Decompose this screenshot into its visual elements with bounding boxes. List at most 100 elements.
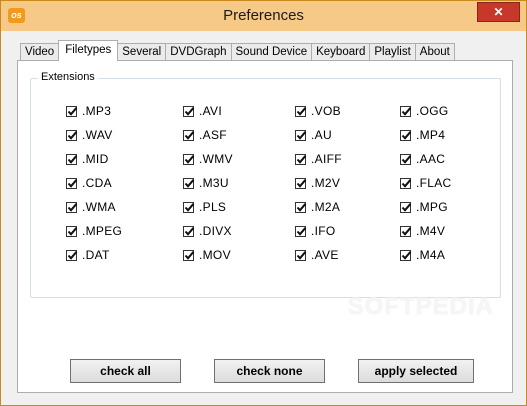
extension-label: .IFO: [311, 224, 336, 238]
checkbox-box[interactable]: [66, 129, 78, 141]
checkbox-box[interactable]: [66, 201, 78, 213]
tab-sound-device[interactable]: Sound Device: [230, 43, 313, 61]
checkbox-box[interactable]: [400, 177, 412, 189]
extension-checkbox-cda[interactable]: .CDA: [66, 175, 112, 191]
extension-checkbox-aac[interactable]: .AAC: [400, 151, 445, 167]
checkbox-box[interactable]: [295, 225, 307, 237]
extension-label: .MOV: [199, 248, 231, 262]
extension-checkbox-vob[interactable]: .VOB: [295, 103, 341, 119]
checkbox-box[interactable]: [183, 129, 195, 141]
extension-label: .OGG: [416, 104, 449, 118]
extension-checkbox-aiff[interactable]: .AIFF: [295, 151, 342, 167]
checkbox-box[interactable]: [66, 105, 78, 117]
checkbox-box[interactable]: [400, 201, 412, 213]
tab-about[interactable]: About: [414, 43, 455, 61]
extension-checkbox-flac[interactable]: .FLAC: [400, 175, 452, 191]
checkbox-box[interactable]: [295, 129, 307, 141]
checkmark-icon: [401, 202, 412, 212]
extension-checkbox-mid[interactable]: .MID: [66, 151, 109, 167]
extension-checkbox-wmv[interactable]: .WMV: [183, 151, 233, 167]
extension-checkbox-m2a[interactable]: .M2A: [295, 199, 340, 215]
checkmark-icon: [67, 250, 78, 260]
extension-checkbox-pls[interactable]: .PLS: [183, 199, 226, 215]
checkbox-box[interactable]: [295, 105, 307, 117]
checkbox-box[interactable]: [295, 249, 307, 261]
checkbox-box[interactable]: [400, 249, 412, 261]
checkbox-box[interactable]: [400, 225, 412, 237]
extension-checkbox-wav[interactable]: .WAV: [66, 127, 113, 143]
extension-label: .M2A: [311, 200, 341, 214]
checkbox-box[interactable]: [295, 201, 307, 213]
checkbox-box[interactable]: [183, 225, 195, 237]
checkmark-icon: [296, 250, 307, 260]
extension-label: .AIFF: [311, 152, 342, 166]
checkmark-icon: [401, 226, 412, 236]
close-button[interactable]: ✕: [477, 2, 520, 22]
extension-label: .AVE: [311, 248, 339, 262]
extension-checkbox-m3u[interactable]: .M3U: [183, 175, 229, 191]
tab-keyboard[interactable]: Keyboard: [311, 43, 371, 61]
check-all-button[interactable]: check all: [70, 359, 181, 383]
extension-checkbox-dat[interactable]: .DAT: [66, 247, 110, 263]
checkmark-icon: [67, 154, 78, 164]
checkmark-icon: [184, 202, 195, 212]
checkbox-box[interactable]: [400, 105, 412, 117]
extension-label: .M4V: [416, 224, 446, 238]
tab-playlist[interactable]: Playlist: [369, 43, 416, 61]
checkbox-box[interactable]: [295, 177, 307, 189]
checkbox-box[interactable]: [183, 249, 195, 261]
extension-label: .AVI: [199, 104, 222, 118]
extension-checkbox-m4v[interactable]: .M4V: [400, 223, 445, 239]
extensions-groupbox: Extensions .MP3 .WAV .MID .CDA .WMA .MPEG .DAT…: [30, 71, 501, 298]
checkbox-box[interactable]: [400, 129, 412, 141]
checkmark-icon: [67, 106, 78, 116]
extensions-legend: Extensions: [38, 71, 98, 83]
extension-checkbox-m2v[interactable]: .M2V: [295, 175, 340, 191]
title-bar[interactable]: os Preferences ✕: [1, 1, 526, 31]
checkbox-box[interactable]: [295, 153, 307, 165]
extension-checkbox-mp3[interactable]: .MP3: [66, 103, 111, 119]
extension-checkbox-asf[interactable]: .ASF: [183, 127, 227, 143]
extension-label: .PLS: [199, 200, 227, 214]
extension-label: .M4A: [416, 248, 446, 262]
extension-checkbox-m4a[interactable]: .M4A: [400, 247, 445, 263]
checkbox-box[interactable]: [66, 225, 78, 237]
extension-label: .CDA: [82, 176, 112, 190]
tab-several[interactable]: Several: [117, 43, 167, 61]
extension-checkbox-mp4[interactable]: .MP4: [400, 127, 445, 143]
checkbox-box[interactable]: [183, 177, 195, 189]
dialog-client-area: Video Filetypes Several DVDGraph Sound Devic…: [9, 31, 519, 399]
extension-checkbox-au[interactable]: .AU: [295, 127, 332, 143]
checkbox-box[interactable]: [66, 153, 78, 165]
checkbox-box[interactable]: [183, 105, 195, 117]
checkbox-box[interactable]: [183, 153, 195, 165]
extension-label: .WMV: [199, 152, 233, 166]
extension-checkbox-mpg[interactable]: .MPG: [400, 199, 448, 215]
tab-dvdgraph[interactable]: DVDGraph: [165, 43, 232, 61]
tab-filetypes[interactable]: Filetypes: [58, 40, 119, 61]
checkbox-box[interactable]: [66, 249, 78, 261]
extension-label: .AAC: [416, 152, 446, 166]
check-none-button[interactable]: check none: [214, 359, 325, 383]
checkbox-box[interactable]: [183, 201, 195, 213]
checkmark-icon: [401, 154, 412, 164]
extension-checkbox-ogg[interactable]: .OGG: [400, 103, 449, 119]
checkmark-icon: [296, 130, 307, 140]
extension-checkbox-divx[interactable]: .DIVX: [183, 223, 232, 239]
checkbox-box[interactable]: [400, 153, 412, 165]
apply-selected-button[interactable]: apply selected: [358, 359, 474, 383]
extension-checkbox-wma[interactable]: .WMA: [66, 199, 116, 215]
extension-checkbox-mpeg[interactable]: .MPEG: [66, 223, 122, 239]
extension-label: .WAV: [82, 128, 113, 142]
extension-label: .WMA: [82, 200, 116, 214]
extension-checkbox-avi[interactable]: .AVI: [183, 103, 222, 119]
extension-checkbox-ifo[interactable]: .IFO: [295, 223, 336, 239]
tab-video[interactable]: Video: [20, 43, 60, 61]
checkmark-icon: [184, 154, 195, 164]
extension-checkbox-mov[interactable]: .MOV: [183, 247, 231, 263]
checkmark-icon: [67, 202, 78, 212]
checkmark-icon: [401, 130, 412, 140]
checkbox-box[interactable]: [66, 177, 78, 189]
checkmark-icon: [184, 250, 195, 260]
extension-checkbox-ave[interactable]: .AVE: [295, 247, 339, 263]
